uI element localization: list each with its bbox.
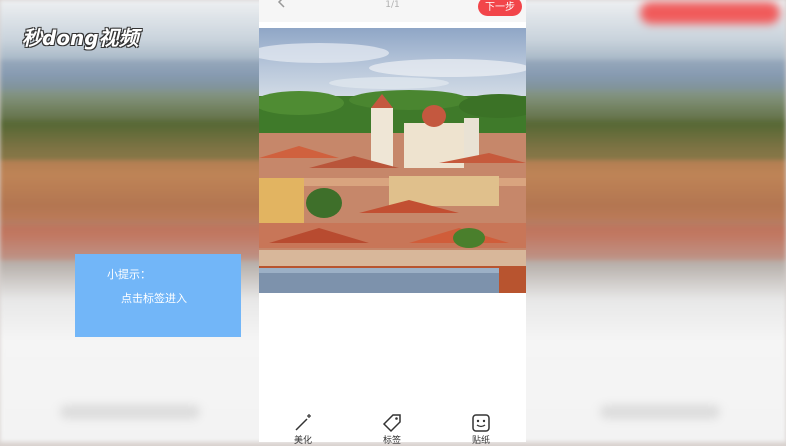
tool-beautify[interactable]: 美化 [283,412,323,446]
sticker-icon [472,414,490,432]
tool-label: 美化 [293,436,312,446]
tool-sticker[interactable]: 贴纸 [461,412,501,446]
city-photo[interactable] [259,28,526,293]
tip-body: 点击标签进入 [121,292,187,305]
watermark-logo: 秒dong视频 [22,26,139,50]
tip-title: 小提示： [107,268,151,281]
top-bar: 1/1 下一步 [259,0,526,22]
phone-screen: 1/1 下一步 美化 标签 贴纸 [259,0,526,446]
tool-tag[interactable]: 标签 [372,412,412,446]
tag-icon [382,414,401,433]
tip-box: 小提示： 点击标签进入 [75,254,241,337]
magic-wand-icon [295,414,311,431]
tool-label: 标签 [382,436,401,446]
next-step-button[interactable]: 下一步 [478,0,522,16]
tool-label: 贴纸 [471,436,490,446]
bottom-toolbar: 美化 标签 贴纸 [259,404,526,446]
